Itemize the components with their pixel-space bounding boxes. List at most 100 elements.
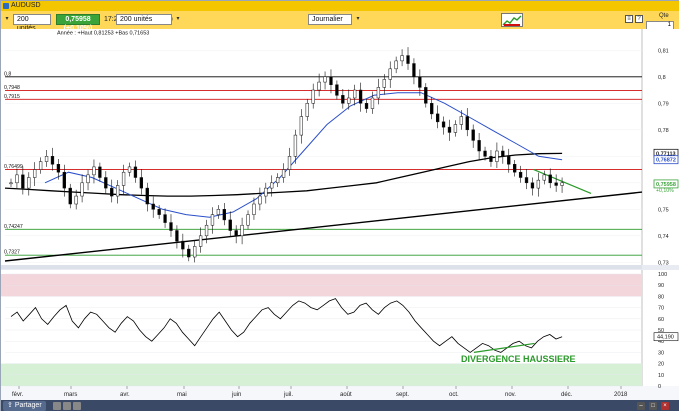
candle-body [376, 87, 381, 99]
candle-body [74, 195, 78, 205]
candle-body [240, 224, 244, 237]
candle-body [44, 156, 49, 162]
title-bar: AUDUSD [1, 1, 679, 11]
help-icon[interactable]: ? [635, 15, 643, 23]
candle-body [465, 116, 469, 131]
candle-body [27, 177, 31, 189]
candle-body [275, 177, 280, 184]
level-label: 0,7915 [4, 94, 20, 100]
candle-body [554, 182, 558, 186]
candle-body [210, 214, 215, 226]
share-icon: ⇪ [7, 402, 15, 409]
rsi-tick-label: 0 [658, 384, 661, 390]
price-tick-label: 0,74 [658, 234, 669, 240]
level-label: 0,76499 [4, 164, 23, 170]
close-icon[interactable]: × [661, 402, 669, 410]
candle-body [305, 103, 309, 117]
candle-body [335, 84, 339, 96]
candle-body [364, 103, 369, 109]
candle-body [163, 214, 167, 223]
share-button[interactable]: ⇪ Partager [3, 401, 46, 411]
candle-body [252, 203, 256, 215]
price-tag-label: 0,75958 [656, 182, 676, 188]
candle-body [341, 95, 345, 104]
x-tick-label: déc. [561, 392, 573, 398]
candle-body [104, 177, 108, 189]
change-label: +0,10% [656, 188, 674, 194]
price-tag-label: 0,76872 [656, 158, 676, 164]
panel-divider[interactable] [1, 265, 642, 269]
candle-body [216, 209, 221, 215]
toolbar-icon-3[interactable] [73, 402, 81, 410]
rsi-tick-label: 60 [658, 317, 664, 323]
candle-body [287, 156, 292, 170]
units-chevron-icon[interactable]: ▾ [174, 15, 182, 24]
minimize-icon[interactable]: – [637, 402, 645, 410]
candle-body [121, 171, 126, 186]
candle-body [495, 150, 499, 162]
candle-body [441, 121, 446, 128]
candle-body [489, 156, 493, 162]
period-select[interactable]: Journalier [308, 14, 352, 25]
candle-body [145, 187, 149, 205]
rsi-tick-label: 80 [658, 294, 664, 300]
candle-body [430, 103, 434, 115]
x-tick-label: mai [177, 392, 187, 398]
candle-body [193, 246, 197, 258]
rsi-tick-label: 100 [658, 272, 667, 278]
candle-body [187, 248, 191, 258]
app-icon [3, 3, 9, 9]
candle-body [542, 174, 546, 181]
candle-body [370, 97, 375, 109]
period-chevron-icon[interactable]: ▾ [354, 15, 362, 24]
candle-body [234, 230, 238, 237]
candle-body [459, 116, 463, 125]
candle-body [33, 169, 37, 178]
candle-body [501, 150, 505, 157]
candle-body [347, 97, 351, 104]
candle-body [388, 68, 392, 80]
maximize-icon[interactable]: □ [649, 402, 657, 410]
price-tick-label: 0,79 [658, 101, 669, 107]
rsi-tick-label: 70 [658, 306, 664, 312]
candle-body [412, 63, 416, 78]
toolbar-icon-1[interactable] [53, 402, 61, 410]
toolbar: ▾ 200 unités 0,75958 (+0,10%) 17:27:22 A… [1, 11, 679, 32]
rsi-tick-label: 90 [658, 283, 664, 289]
candle-body [311, 89, 315, 104]
x-tick-label: juil. [283, 392, 293, 398]
rsi-tick-label: 20 [658, 362, 664, 368]
x-tick-label: mars [64, 392, 77, 398]
chevron-down-icon[interactable]: ▾ [3, 15, 11, 24]
candle-body [110, 187, 114, 197]
chart-area: 0,8 0,7948 0,7915 0,76499 0,74247 0,7327 0,81… [1, 29, 679, 411]
candle-body [358, 89, 363, 104]
candle-body [424, 87, 428, 104]
candle-body [400, 55, 404, 62]
x-tick-label: juin [231, 392, 241, 398]
candle-body [299, 116, 304, 136]
candle-body [281, 169, 286, 178]
candle-body [56, 164, 61, 173]
candle-body [353, 89, 357, 99]
level-label: 0,74247 [4, 224, 23, 230]
share-label: Partager [14, 402, 42, 409]
candle-body [524, 177, 529, 184]
candle-body [447, 126, 452, 133]
units-field[interactable]: 200 unités [13, 14, 51, 32]
zoom-trend-logo-icon [501, 13, 523, 27]
candle-body [80, 182, 84, 197]
level-label: 0,7327 [4, 250, 20, 256]
x-tick-label: nov. [505, 392, 516, 398]
candle-body [15, 174, 19, 184]
settings-icon[interactable]: ≡ [625, 15, 633, 23]
candle-body [62, 171, 66, 189]
price-tick-label: 0,81 [658, 48, 669, 54]
chart-svg[interactable]: 0,80,79480,79150,764990,742470,7327 0,81… [1, 29, 679, 400]
candle-body [536, 179, 541, 189]
candle-body [139, 177, 144, 189]
units-select[interactable]: 200 unités [116, 14, 172, 25]
toolbar-icon-2[interactable] [63, 402, 71, 410]
x-tick-label: févr. [12, 392, 24, 398]
candle-body [406, 55, 410, 64]
